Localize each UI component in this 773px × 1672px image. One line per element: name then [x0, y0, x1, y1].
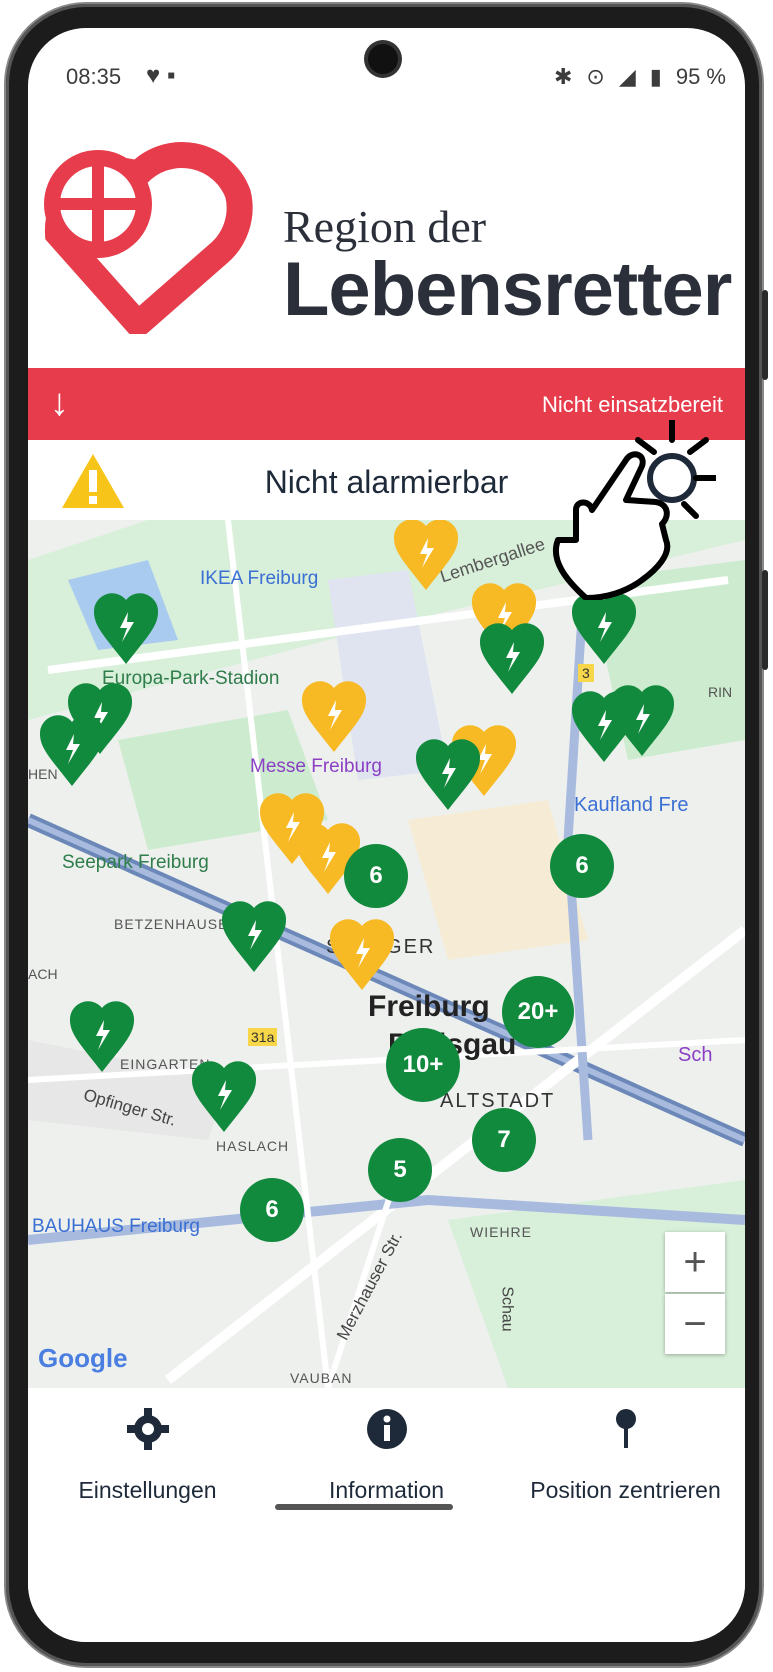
logo-header: Region der Lebensretter [28, 128, 745, 358]
map-label-ikea: IKEA Freiburg [200, 568, 319, 589]
status-bar: 08:35 ♥ ▪ ✱ ⊙ ◢ ▮ 95 % [66, 60, 726, 96]
nav-settings[interactable]: Einstellungen [28, 1408, 267, 1504]
road-shield-31a: 31a [248, 1028, 278, 1046]
map-label-vauban: VAUBAN [290, 1370, 353, 1386]
aed-cluster[interactable]: 6 [550, 834, 614, 898]
power-button [762, 570, 768, 670]
aed-cluster[interactable]: 10+ [386, 1028, 460, 1102]
lifesaver-heart-logo-icon [44, 142, 253, 334]
volume-button [762, 290, 768, 380]
bluetooth-icon: ✱ [553, 64, 573, 89]
bottom-navigation: Einstellungen Information Position zentr… [28, 1388, 745, 1642]
info-icon [366, 1409, 407, 1449]
aed-marker-icon[interactable] [394, 520, 458, 592]
aed-marker-icon[interactable] [610, 678, 674, 758]
map-label-schau: Schau [498, 1286, 516, 1332]
heart-icon: ♥ ▪ [146, 62, 176, 89]
aed-marker-icon[interactable] [416, 732, 480, 812]
map-label-kaufland: Kaufland Fre [574, 794, 689, 816]
map-label-city: Freiburg [368, 990, 490, 1023]
map-label-seepark: Seepark Freiburg [62, 852, 209, 873]
aed-cluster[interactable]: 6 [344, 844, 408, 908]
zoom-out-button[interactable]: − [665, 1294, 725, 1354]
battery-level: 95 % [675, 64, 726, 89]
aed-cluster[interactable]: 20+ [502, 976, 574, 1048]
aed-cluster[interactable]: 6 [240, 1178, 304, 1242]
map-label-messe: Messe Freiburg [250, 756, 382, 777]
map-label-betzenhausen: BETZENHAUSEN [114, 916, 240, 932]
map-pin-icon [615, 1409, 636, 1448]
aed-cluster[interactable]: 7 [472, 1108, 536, 1172]
road-shield-3: 3 [578, 664, 594, 682]
aed-marker-icon[interactable] [330, 912, 394, 992]
app-screen: 08:35 ♥ ▪ ✱ ⊙ ◢ ▮ 95 % Region der Lebens… [28, 28, 745, 1642]
aed-cluster[interactable]: 5 [368, 1138, 432, 1202]
google-attribution: Google [38, 1343, 128, 1373]
aed-marker-icon[interactable] [302, 674, 366, 754]
status-time: 08:35 [66, 64, 122, 89]
map-label-bauhaus: BAUHAUS Freiburg [32, 1216, 200, 1237]
map-label-sch: Sch [678, 1044, 713, 1066]
battery-icon: ▮ [649, 64, 662, 89]
logo-text-lebensretter: Lebensretter [283, 247, 732, 332]
tap-gesture-hand-icon [553, 420, 716, 600]
aed-marker-icon[interactable] [480, 616, 544, 696]
nav-information-label: Information [328, 1477, 445, 1503]
map-label-wiehre: WIEHRE [470, 1224, 532, 1240]
nav-information[interactable]: Information [267, 1408, 506, 1504]
aed-marker-icon[interactable] [94, 586, 158, 666]
map-label-haslach: HASLACH [216, 1138, 290, 1154]
aed-marker-icon[interactable] [40, 708, 104, 788]
location-icon: ⊙ [586, 64, 605, 89]
readiness-status: Nicht einsatzbereit [542, 392, 723, 417]
nav-center-position-label: Position zentrieren [530, 1477, 721, 1503]
map-label-rin: RIN [708, 684, 733, 700]
wifi-icon: ◢ [618, 64, 636, 89]
aed-map[interactable]: IKEA Freiburg Lembergallee Europa-Park-S… [28, 520, 745, 1388]
aed-marker-icon[interactable] [192, 1054, 256, 1134]
aed-marker-icon[interactable] [222, 894, 286, 974]
gear-icon [126, 1408, 169, 1450]
zoom-in-button[interactable]: + [665, 1232, 725, 1292]
home-indicator[interactable] [275, 1504, 453, 1510]
map-label-ach: ACH [28, 966, 58, 982]
arrow-down-icon: ↓ [50, 382, 69, 424]
aed-marker-icon[interactable] [70, 994, 134, 1074]
nav-settings-label: Einstellungen [78, 1477, 217, 1503]
nav-center-position[interactable]: Position zentrieren [506, 1408, 745, 1504]
